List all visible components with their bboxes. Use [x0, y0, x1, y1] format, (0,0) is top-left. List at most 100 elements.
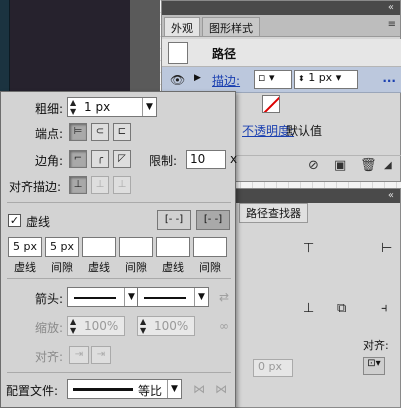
start-arrowhead-dropdown[interactable]: ▼ [67, 287, 139, 307]
stepper-icon[interactable]: ▲ ▼ [140, 317, 146, 335]
line-preview [74, 297, 116, 299]
start-scale-value: 100% [84, 319, 119, 333]
miter-limit-input[interactable]: 10 [186, 150, 226, 169]
stroke-row[interactable]: 👁 ▶ 描边: ▫ ▾ ⬍ 1 px ▾ ... [162, 67, 401, 93]
dash-caption: 虚线 [162, 261, 184, 274]
arrowhead-label: 箭头: [35, 292, 64, 306]
expand-triangle-icon[interactable]: ▶ [194, 73, 201, 83]
stepper-icon[interactable]: ▲ ▼ [70, 317, 76, 335]
dash-caption: 虚线 [14, 261, 36, 274]
butt-cap-button[interactable]: ⊨ [69, 123, 87, 141]
spacing-field[interactable]: 0 px [253, 359, 293, 377]
stroke-weight-field[interactable]: ⬍ 1 px ▾ [294, 70, 358, 89]
align-dashes-button[interactable]: [- -] [196, 210, 230, 230]
weight-field[interactable]: ▲ ▼ 1 px ▼ [67, 97, 157, 117]
gap-caption: 间隙 [125, 261, 147, 274]
align-outside-button[interactable]: ⊥ [113, 176, 131, 194]
weight-value: 1 px [84, 100, 111, 114]
cap-label: 端点: [35, 127, 64, 141]
stroke-color-swatch[interactable]: ▫ ▾ [254, 70, 292, 89]
chevron-down-icon[interactable]: ▼ [194, 288, 208, 306]
align-inside-button[interactable]: ⊥ [91, 176, 109, 194]
clear-icon[interactable]: ⊘ [308, 158, 319, 173]
path-label: 路径 [212, 47, 237, 61]
bevel-join-button[interactable]: ◸ [113, 150, 131, 168]
align-center-button[interactable]: ⊥ [69, 176, 87, 194]
tab-appearance[interactable]: 外观 [164, 17, 200, 36]
pathfinder-panel: « 路径查找器 ⊤ ⊢ ⊥ ⧉ ⫞ 对齐: ⊡▾ 0 px [232, 188, 401, 408]
end-scale-value: 100% [154, 319, 189, 333]
scale-label: 缩放: [35, 321, 64, 335]
path-row[interactable]: 路径 [162, 39, 401, 67]
appearance-tabs: 外观 图形样式 ≡ [162, 15, 400, 37]
artwork-edge [0, 0, 10, 95]
pathfinder-titlebar[interactable]: « [233, 189, 400, 203]
profile-value: 等比 [138, 384, 163, 398]
collapse-icon[interactable]: « [388, 2, 394, 13]
arrow-align-label: 对齐: [35, 350, 64, 364]
resize-grip-icon[interactable]: ◢ [384, 160, 392, 171]
align-left-icon[interactable]: ⊢ [381, 241, 392, 256]
start-scale-field[interactable]: ▲ ▼ 100% [67, 316, 125, 336]
swap-arrows-icon[interactable]: ⇄ [219, 290, 229, 304]
profile-label: 配置文件: [6, 384, 59, 398]
round-join-button[interactable]: ╭ [91, 150, 109, 168]
more-options[interactable]: ... [382, 71, 396, 85]
panel-titlebar[interactable]: « [162, 1, 400, 15]
new-item-icon[interactable]: ▣ [334, 158, 346, 173]
miter-join-button[interactable]: ⌐ [69, 150, 87, 168]
preserve-dashes-button[interactable]: [- -] [157, 210, 191, 230]
opacity-value: 默认值 [286, 124, 323, 138]
stroke-weight-value: 1 px [308, 71, 333, 84]
tab-pathfinder[interactable]: 路径查找器 [239, 203, 308, 223]
tab-graphic-styles[interactable]: 图形样式 [202, 17, 260, 36]
link-icon[interactable]: ∞ [219, 319, 229, 333]
line-preview [144, 297, 186, 299]
align-top-icon[interactable]: ⊤ [303, 241, 314, 256]
align-stroke-label: 对齐描边: [9, 180, 62, 194]
stroke-link[interactable]: 描边: [212, 72, 240, 89]
gap-1-input[interactable]: 5 px [45, 237, 79, 257]
divider [7, 202, 231, 203]
dash-3-input[interactable] [156, 237, 190, 257]
limit-unit: x [230, 152, 238, 166]
dashed-checkbox[interactable]: ✓ [8, 214, 21, 227]
end-arrowhead-dropdown[interactable]: ▼ [137, 287, 209, 307]
artwork-strip [130, 0, 160, 95]
weight-label: 粗细: [35, 102, 64, 116]
stroke-panel: 粗细: ▲ ▼ 1 px ▼ 端点: ⊨ ⊂ ⊏ 边角: ⌐ ╭ ◸ 限制: 10… [0, 91, 238, 408]
profile-preview [73, 388, 133, 391]
delete-icon[interactable]: 🗑 [360, 158, 377, 173]
path-thumbnail [168, 42, 188, 64]
dash-2-input[interactable] [82, 237, 116, 257]
limit-label: 限制: [149, 154, 178, 168]
arrow-tip-at-end-button[interactable]: ⇥ [91, 346, 111, 364]
chevron-down-icon[interactable]: ▼ [167, 380, 181, 398]
gap-3-input[interactable] [193, 237, 227, 257]
gap-2-input[interactable] [119, 237, 153, 257]
collapse-icon[interactable]: « [388, 190, 394, 201]
arrow-tip-beyond-button[interactable]: ⇥ [69, 346, 89, 364]
divider [7, 278, 231, 279]
distribute-center-icon[interactable]: ⧉ [337, 301, 346, 316]
flip-across-icon[interactable]: ⋈ [215, 382, 227, 396]
chevron-down-icon[interactable]: ▼ [124, 288, 138, 306]
eye-icon[interactable]: 👁 [170, 73, 185, 87]
projecting-cap-button[interactable]: ⊏ [113, 123, 131, 141]
flip-along-icon[interactable]: ⋈ [193, 382, 205, 396]
chevron-down-icon[interactable]: ▼ [142, 98, 156, 116]
gap-caption: 间隙 [199, 261, 221, 274]
align-to-selection-button[interactable]: ⊡▾ [363, 357, 385, 375]
align-to-label: 对齐: [363, 339, 389, 352]
end-scale-field[interactable]: ▲ ▼ 100% [137, 316, 195, 336]
fill-none-swatch[interactable] [262, 95, 280, 113]
align-bottom-icon[interactable]: ⊥ [303, 301, 314, 316]
width-profile-dropdown[interactable]: 等比 ▼ [67, 379, 182, 399]
dash-1-input[interactable]: 5 px [8, 237, 42, 257]
distribute-right-icon[interactable]: ⫞ [381, 301, 388, 316]
round-cap-button[interactable]: ⊂ [91, 123, 109, 141]
gap-caption: 间隙 [51, 261, 73, 274]
panel-menu-icon[interactable]: ≡ [388, 19, 396, 30]
stepper-icon[interactable]: ▲ ▼ [70, 98, 76, 116]
dash-caption: 虚线 [88, 261, 110, 274]
